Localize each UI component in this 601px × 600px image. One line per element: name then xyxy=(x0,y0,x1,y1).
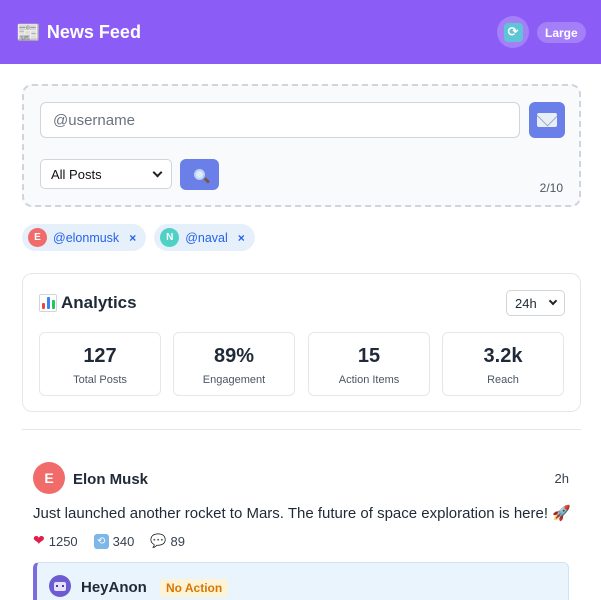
header-title-group: 📰 News Feed xyxy=(16,20,141,44)
account-handle[interactable]: @elonmusk xyxy=(53,231,119,245)
bar-chart-icon xyxy=(39,294,57,312)
heart-icon: ❤ xyxy=(33,533,45,549)
track-account-panel: All Posts 2/10 xyxy=(22,84,581,207)
analytics-card: Analytics 24h 127 Total Posts 89% Engage… xyxy=(22,273,581,412)
refresh-button[interactable]: ⟳ xyxy=(497,16,529,48)
stat-value: 15 xyxy=(357,345,381,367)
analytics-title-group: Analytics xyxy=(39,293,137,313)
envelope-icon xyxy=(537,113,557,127)
post-author[interactable]: Elon Musk xyxy=(73,471,148,488)
post-filter-select[interactable]: All Posts xyxy=(40,159,172,189)
repost-icon: ⟲ xyxy=(93,533,109,549)
stat-label: Engagement xyxy=(202,374,266,386)
app-header: 📰 News Feed ⟳ Large xyxy=(0,0,601,64)
post-filter-value: All Posts xyxy=(51,166,102,182)
chevron-down-icon xyxy=(152,167,163,177)
comment-icon: 💬 xyxy=(150,533,167,549)
account-counter: 2/10 xyxy=(539,181,563,195)
stat-label: Action Items xyxy=(338,374,400,386)
account-tag: E @elonmusk × xyxy=(22,224,147,251)
rocket-icon: 🚀 xyxy=(552,504,571,522)
analytics-title: Analytics xyxy=(61,293,137,312)
stat-total-posts: 127 Total Posts xyxy=(39,332,161,396)
post-text: Just launched another rocket to Mars. Th… xyxy=(33,504,571,522)
time-range-value: 24h xyxy=(515,295,537,311)
magnifier-icon xyxy=(194,169,205,180)
remove-tag-icon[interactable]: × xyxy=(129,231,136,245)
stat-reach: 3.2k Reach xyxy=(442,332,564,396)
repost-count: 340 xyxy=(112,533,135,549)
stat-label: Total Posts xyxy=(73,374,127,386)
robot-icon xyxy=(49,575,71,597)
comment-button[interactable]: 💬 89 xyxy=(150,533,185,549)
repost-button[interactable]: ⟲ 340 xyxy=(93,533,135,549)
search-button[interactable] xyxy=(180,159,219,190)
size-toggle-button[interactable]: Large xyxy=(537,22,586,43)
account-handle[interactable]: @naval xyxy=(185,231,228,245)
account-tag: N @naval × xyxy=(154,224,255,251)
ai-reply-card[interactable]: HeyAnon No Action xyxy=(33,562,569,600)
like-button[interactable]: ❤ 1250 xyxy=(33,533,78,549)
avatar[interactable]: E xyxy=(33,462,65,494)
post-timestamp: 2h xyxy=(554,471,569,486)
time-range-select[interactable]: 24h xyxy=(506,290,565,316)
page-title: News Feed xyxy=(46,21,141,42)
comment-count: 89 xyxy=(170,533,186,549)
stat-value: 3.2k xyxy=(483,345,523,367)
stat-value: 89% xyxy=(213,345,255,367)
username-input[interactable] xyxy=(40,102,520,138)
chevron-down-icon xyxy=(548,296,558,306)
remove-tag-icon[interactable]: × xyxy=(238,231,245,245)
post-metrics: ❤ 1250 ⟲ 340 💬 89 xyxy=(33,533,185,549)
account-avatar: N xyxy=(160,228,180,247)
account-avatar: E xyxy=(28,228,47,247)
like-count: 1250 xyxy=(48,533,78,549)
post-body: Just launched another rocket to Mars. Th… xyxy=(33,505,549,522)
stat-action-items: 15 Action Items xyxy=(308,332,430,396)
stat-engagement: 89% Engagement xyxy=(173,332,295,396)
stat-label: Reach xyxy=(487,374,519,386)
status-badge: No Action xyxy=(160,579,229,597)
newspaper-icon: 📰 xyxy=(16,20,41,44)
refresh-icon: ⟳ xyxy=(503,22,523,42)
reply-author: HeyAnon xyxy=(81,579,147,596)
section-divider xyxy=(22,429,581,430)
stat-value: 127 xyxy=(83,345,117,367)
tracked-accounts: E @elonmusk × N @naval × xyxy=(22,224,255,251)
send-button[interactable] xyxy=(529,102,565,138)
